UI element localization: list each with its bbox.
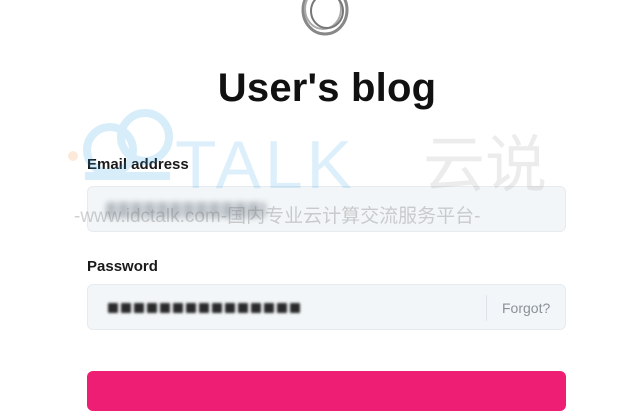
email-value-blurred bbox=[106, 202, 266, 218]
password-divider bbox=[486, 295, 487, 321]
page-title: User's blog bbox=[217, 66, 437, 110]
sign-in-button[interactable] bbox=[87, 371, 566, 411]
email-field[interactable] bbox=[87, 186, 566, 232]
password-mask bbox=[108, 299, 300, 313]
forgot-password-link[interactable]: Forgot? bbox=[502, 300, 550, 316]
logo-icon bbox=[301, 0, 349, 36]
password-field[interactable]: Forgot? bbox=[87, 284, 566, 330]
email-label: Email address bbox=[87, 156, 189, 173]
password-label: Password bbox=[87, 258, 158, 275]
